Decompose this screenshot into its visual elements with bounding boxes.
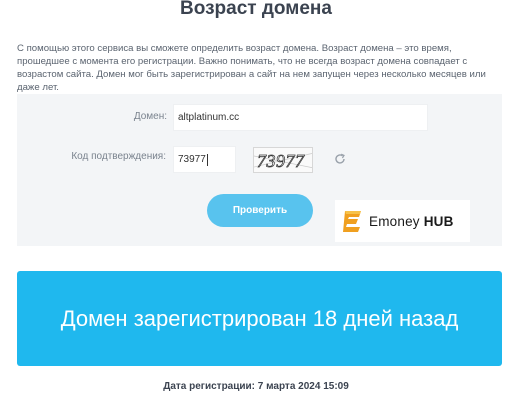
refresh-captcha-icon[interactable] <box>333 152 347 166</box>
emoney-logo-icon <box>343 211 361 232</box>
page-title: Возраст домена <box>180 0 332 19</box>
code-input[interactable]: 73977 <box>173 146 236 173</box>
page-description: С помощью этого сервиса вы сможете опред… <box>17 43 486 93</box>
result-banner: Домен зарегистрирован 18 дней назад <box>17 271 502 366</box>
brand-regular: Emoney <box>369 213 420 229</box>
brand-bold: HUB <box>423 213 454 229</box>
result-message: Домен зарегистрирован 18 дней назад <box>60 305 459 331</box>
check-button[interactable]: Проверить <box>207 194 313 227</box>
captcha-text: 73977 <box>257 151 305 171</box>
domain-input[interactable]: altplatinum.cc <box>173 104 428 131</box>
code-label: Код подтверждения: <box>71 151 166 162</box>
text-caret <box>206 153 208 166</box>
emoney-hub-watermark: Emoney HUB <box>335 200 470 242</box>
domain-label: Домен: <box>133 111 167 122</box>
registration-date: Дата регистрации: 7 марта 2024 15:09 <box>163 381 349 392</box>
emoney-hub-text: Emoney HUB <box>369 214 454 229</box>
captcha-image: 73977 <box>253 147 313 173</box>
domain-input-value: altplatinum.cc <box>178 112 240 123</box>
code-input-value: 73977 <box>178 154 206 165</box>
